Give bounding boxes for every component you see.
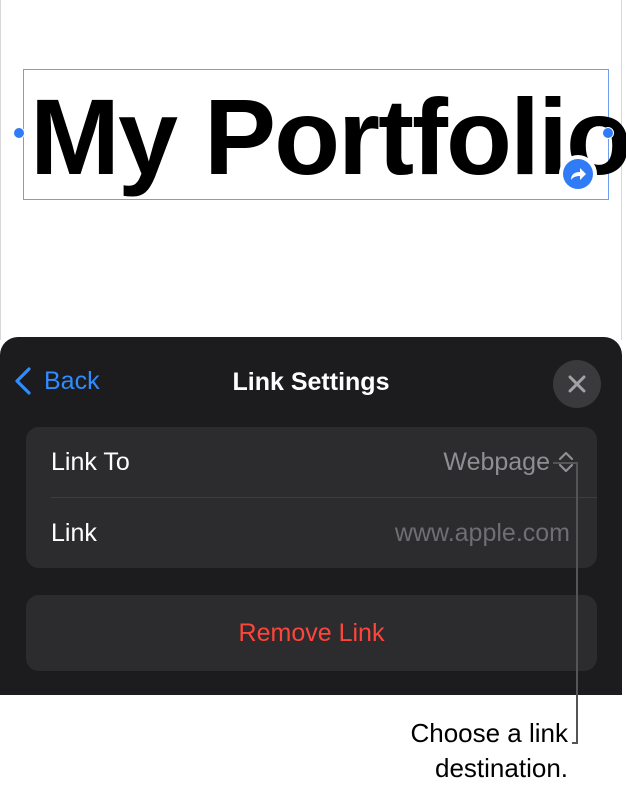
link-settings-sheet: Back Link Settings Link To Webpage Link … — [0, 337, 622, 695]
link-options-group: Link To Webpage Link — [26, 427, 597, 568]
callout-line-1: Choose a link — [410, 718, 568, 748]
textbox-text[interactable]: My Portfolio — [30, 76, 626, 198]
link-to-label: Link To — [51, 448, 130, 476]
close-icon — [568, 375, 586, 393]
resize-handle-right[interactable] — [602, 127, 614, 139]
callout-line-2: destination. — [435, 753, 568, 783]
remove-link-button[interactable]: Remove Link — [26, 595, 597, 671]
link-to-value[interactable]: Webpage — [443, 448, 550, 477]
link-row: Link — [26, 498, 597, 568]
link-url-input[interactable] — [268, 518, 572, 549]
sheet-header: Back Link Settings — [0, 337, 622, 427]
callout-leader-top — [553, 462, 578, 464]
callout-leader-line — [576, 463, 578, 743]
link-label: Link — [51, 519, 97, 547]
link-badge[interactable] — [559, 155, 597, 193]
sheet-title: Link Settings — [232, 368, 390, 396]
link-to-row[interactable]: Link To Webpage — [26, 427, 597, 497]
selected-text-box[interactable]: My Portfolio — [23, 69, 626, 200]
callout-leader-bottom — [572, 742, 578, 744]
resize-handle-left[interactable] — [13, 127, 25, 139]
document-canvas: My Portfolio — [0, 0, 626, 340]
callout-text: Choose a link destination. — [308, 716, 568, 786]
link-arrow-icon — [563, 159, 593, 189]
close-button[interactable] — [553, 360, 601, 408]
